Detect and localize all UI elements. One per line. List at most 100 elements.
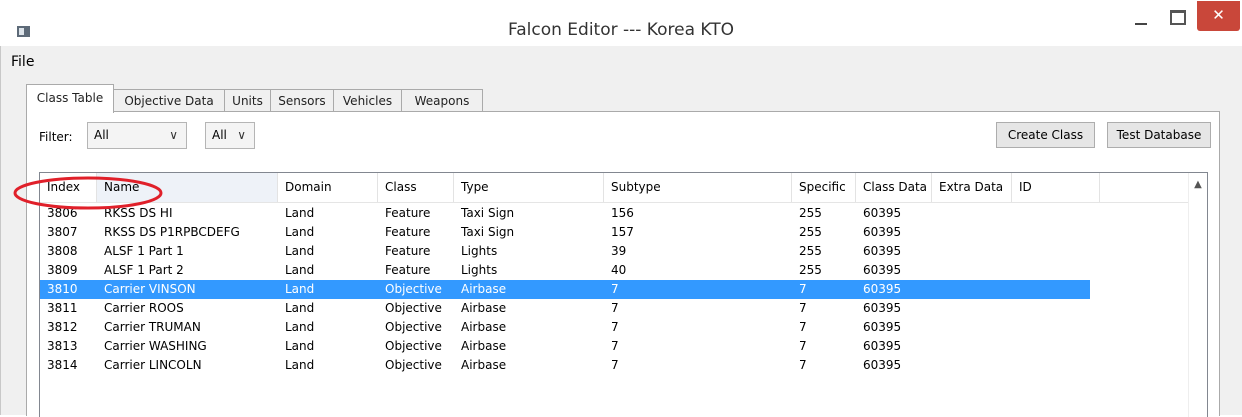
minimize-button[interactable] [1124,1,1158,33]
table-cell: 39 [611,244,627,258]
table-cell: 7 [799,282,807,296]
create-class-button[interactable]: Create Class [996,122,1095,148]
table-cell: 7 [799,301,807,315]
column-header-type[interactable]: Type [454,173,604,202]
table-cell: Taxi Sign [461,206,515,220]
table-cell: Objective [385,301,442,315]
table-cell: 255 [799,206,822,220]
table-cell: Land [285,301,315,315]
chevron-down-icon: ∨ [169,128,178,142]
table-cell: 3808 [47,244,78,258]
column-header-subtype[interactable]: Subtype [604,173,792,202]
table-cell: Airbase [461,301,507,315]
table-cell: Land [285,358,315,372]
table-cell: Feature [385,206,431,220]
table-cell: Carrier ROOS [104,301,184,315]
table-cell: Land [285,225,315,239]
column-header-extra-data[interactable]: Extra Data [932,173,1012,202]
class-table-panel: Filter: All ∨ All ∨ Create Class Test Da… [26,111,1220,417]
table-cell: 60395 [863,263,902,277]
column-header-class-data[interactable]: Class Data [856,173,932,202]
filter-combo-1[interactable]: All ∨ [87,122,187,149]
table-cell: 3810 [47,282,78,296]
menu-file[interactable]: File [11,54,34,70]
table-cell: 60395 [863,301,902,315]
table-cell: 3811 [47,301,78,315]
column-header-class[interactable]: Class [378,173,454,202]
table-row[interactable]: 3809 ALSF 1 Part 2 Land Feature Lights 40 255 6… [40,261,1090,280]
table-header: Index Name Domain Class Type Subtype Spe… [40,173,1188,203]
tab-objective-data[interactable]: Objective Data [113,89,225,112]
table-cell: 40 [611,263,627,277]
table-cell: 3813 [47,339,78,353]
table-cell: Land [285,244,315,258]
table-cell: 3806 [47,206,78,220]
table-cell: Airbase [461,358,507,372]
column-header-id[interactable]: ID [1012,173,1100,202]
vertical-scrollbar[interactable]: ▲ [1188,173,1207,417]
table-cell: 157 [611,225,634,239]
menu-bar: File [11,49,34,75]
test-database-button[interactable]: Test Database [1107,122,1211,148]
title-bar: Falcon Editor --- Korea KTO ✕ [0,0,1242,46]
table-cell: Airbase [461,282,507,296]
table-row[interactable]: 3808 ALSF 1 Part 1 Land Feature Lights 39 255 6… [40,242,1090,261]
filter-combo-2-value: All [212,128,227,142]
table-cell: Land [285,206,315,220]
tab-vehicles[interactable]: Vehicles [333,89,402,112]
scroll-up-icon[interactable]: ▲ [1189,179,1207,190]
filter-combo-2[interactable]: All ∨ [205,122,255,149]
table-cell: 60395 [863,339,902,353]
maximize-button[interactable] [1160,1,1194,33]
client-area: File Class Table Objective Data Units Se… [0,46,1242,417]
table-cell: Objective [385,282,442,296]
table-cell: 156 [611,206,634,220]
table-cell: 60395 [863,320,902,334]
table-row[interactable]: 3812 Carrier TRUMAN Land Objective Airbase 7 7… [40,318,1090,337]
table-cell: Feature [385,244,431,258]
table-cell: 60395 [863,358,902,372]
table-cell: 255 [799,263,822,277]
table-cell: Airbase [461,320,507,334]
column-header-domain[interactable]: Domain [278,173,378,202]
tab-units[interactable]: Units [224,89,271,112]
table-cell: Feature [385,263,431,277]
table-row[interactable]: 3806 RKSS DS HI Land Feature Taxi Sign 156 255… [40,204,1090,223]
table-cell: 60395 [863,225,902,239]
table-row[interactable]: 3813 Carrier WASHING Land Objective Airbase 7… [40,337,1090,356]
table-cell: 7 [799,320,807,334]
tab-class-table[interactable]: Class Table [26,84,114,113]
tab-sensors[interactable]: Sensors [270,89,334,112]
table-cell: RKSS DS P1RPBCDEFG [104,225,240,239]
table-cell: 7 [611,358,619,372]
table-cell: Airbase [461,339,507,353]
close-button[interactable]: ✕ [1197,1,1240,31]
column-header-specific[interactable]: Specific [792,173,856,202]
table-row[interactable]: 3814 Carrier LINCOLN Land Objective Airbase 7… [40,356,1090,375]
table-cell: 7 [799,358,807,372]
table-cell: ALSF 1 Part 2 [104,263,184,277]
table-cell: 60395 [863,206,902,220]
column-header-name[interactable]: Name [97,173,278,202]
table-row[interactable]: 3807 RKSS DS P1RPBCDEFG Land Feature Taxi Si… [40,223,1090,242]
chevron-down-icon: ∨ [237,128,246,142]
table-cell: Carrier TRUMAN [104,320,201,334]
table-cell: ALSF 1 Part 1 [104,244,184,258]
table-cell: Land [285,282,315,296]
filter-label: Filter: [39,130,73,144]
table-cell: RKSS DS HI [104,206,173,220]
table-row[interactable]: 3811 Carrier ROOS Land Objective Airbase 7 7 60… [40,299,1090,318]
table-cell: Lights [461,244,498,258]
table-cell: 60395 [863,244,902,258]
class-table[interactable]: Index Name Domain Class Type Subtype Spe… [39,172,1208,417]
table-cell: Objective [385,339,442,353]
table-cell: 255 [799,225,822,239]
table-row[interactable]: 3810 Carrier VINSON Land Objective Airbase 7 7… [40,280,1090,299]
table-cell: 3812 [47,320,78,334]
table-cell: Carrier WASHING [104,339,207,353]
table-cell: 7 [611,320,619,334]
table-cell: Land [285,339,315,353]
table-cell: 60395 [863,282,902,296]
tab-weapons[interactable]: Weapons [401,89,483,112]
column-header-index[interactable]: Index [40,173,97,202]
